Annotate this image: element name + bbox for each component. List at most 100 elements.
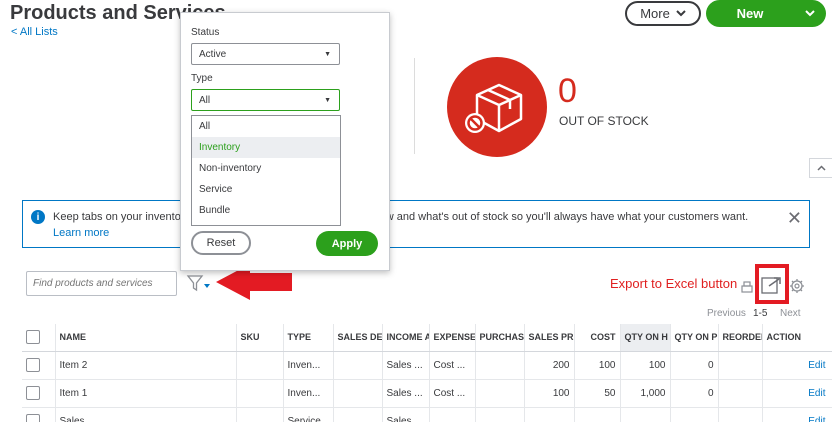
summary-divider bbox=[414, 58, 415, 154]
cell-type: Inven... bbox=[283, 351, 334, 380]
table-row: Item 2 Inven... Sales ... Cost ... 200 1… bbox=[22, 351, 832, 380]
type-option-service[interactable]: Service bbox=[192, 179, 340, 200]
table-header-row: NAME SKU TYPE SALES DE INCOME A EXPENSE … bbox=[22, 324, 832, 352]
type-select[interactable]: All ▼ bbox=[191, 89, 340, 111]
apply-button[interactable]: Apply bbox=[316, 231, 378, 256]
cell-sales-description bbox=[333, 407, 383, 422]
new-dropdown-toggle[interactable] bbox=[794, 0, 826, 27]
cell-qty-on-hand: 100 bbox=[620, 351, 671, 380]
cell-cost: 100 bbox=[574, 351, 621, 380]
package-blocked-icon bbox=[465, 83, 523, 133]
select-all-checkbox[interactable] bbox=[26, 330, 40, 345]
status-select-value: Active bbox=[199, 48, 227, 60]
cell-sales-description bbox=[333, 351, 383, 380]
chevron-up-icon bbox=[816, 165, 826, 171]
status-label: Status bbox=[191, 27, 220, 38]
row-select[interactable] bbox=[22, 379, 56, 408]
caret-down-icon: ▼ bbox=[324, 97, 331, 104]
out-of-stock-count: 0 bbox=[558, 72, 577, 110]
banner-message-end: g low and what's out of stock so you'll … bbox=[368, 211, 749, 223]
row-select[interactable] bbox=[22, 407, 56, 422]
column-header-reorder-point[interactable]: REORDER bbox=[718, 324, 763, 352]
new-button[interactable]: New bbox=[706, 0, 826, 27]
export-to-excel-icon[interactable] bbox=[761, 276, 783, 294]
cell-qty-on-hand bbox=[620, 407, 671, 422]
learn-more-link[interactable]: Learn more bbox=[53, 227, 109, 239]
pager-range: 1-5 bbox=[753, 308, 768, 319]
column-header-sales-description[interactable]: SALES DE bbox=[333, 324, 383, 352]
out-of-stock-label: OUT OF STOCK bbox=[559, 114, 649, 128]
new-label: New bbox=[736, 6, 764, 21]
cell-expense-account: Cost ... bbox=[429, 379, 476, 408]
cell-purchase-description bbox=[475, 379, 525, 408]
pager-previous[interactable]: Previous bbox=[707, 308, 746, 319]
edit-link[interactable]: Edit bbox=[762, 379, 832, 408]
edit-link[interactable]: Edit bbox=[762, 407, 832, 422]
gear-icon[interactable] bbox=[789, 278, 805, 294]
cell-type: Inven... bbox=[283, 379, 334, 408]
column-header-qty-on-po[interactable]: QTY ON P bbox=[670, 324, 719, 352]
column-header-purchase-description[interactable]: PURCHAS bbox=[475, 324, 525, 352]
cell-income-account: Sales ... bbox=[382, 379, 430, 408]
chevron-down-icon bbox=[676, 10, 686, 17]
cell-qty-on-po bbox=[670, 407, 719, 422]
row-checkbox[interactable] bbox=[26, 358, 40, 372]
cell-qty-on-hand: 1,000 bbox=[620, 379, 671, 408]
type-option-inventory[interactable]: Inventory bbox=[192, 137, 340, 158]
pager-next[interactable]: Next bbox=[780, 308, 801, 319]
cell-name: Sales bbox=[55, 407, 237, 422]
cell-name: Item 1 bbox=[55, 379, 237, 408]
column-header-name[interactable]: NAME bbox=[55, 324, 237, 352]
all-lists-link[interactable]: < All Lists bbox=[11, 26, 58, 38]
out-of-stock-tile[interactable] bbox=[447, 57, 547, 157]
cell-qty-on-po: 0 bbox=[670, 351, 719, 380]
cell-sales-description bbox=[333, 379, 383, 408]
column-header-sales-price[interactable]: SALES PR bbox=[524, 324, 575, 352]
type-option-bundle[interactable]: Bundle bbox=[192, 200, 340, 221]
cell-sku bbox=[236, 379, 284, 408]
column-header-income-account[interactable]: INCOME A bbox=[382, 324, 430, 352]
cell-cost: 50 bbox=[574, 379, 621, 408]
filter-button[interactable] bbox=[186, 274, 212, 294]
type-option-all[interactable]: All bbox=[192, 116, 340, 137]
more-label: More bbox=[640, 6, 670, 21]
filter-icon bbox=[186, 275, 210, 292]
row-checkbox[interactable] bbox=[26, 414, 40, 422]
close-icon[interactable]: ✕ bbox=[787, 208, 802, 229]
export-annotation-label: Export to Excel button bbox=[610, 276, 738, 291]
column-header-sku[interactable]: SKU bbox=[236, 324, 284, 352]
chevron-down-icon bbox=[805, 10, 815, 17]
column-header-expense-account[interactable]: EXPENSE bbox=[429, 324, 476, 352]
select-all-header[interactable] bbox=[22, 324, 56, 352]
column-header-cost[interactable]: COST bbox=[574, 324, 621, 352]
cell-sales-price: 200 bbox=[524, 351, 575, 380]
cell-income-account: Sales ... bbox=[382, 351, 430, 380]
products-table: NAME SKU TYPE SALES DE INCOME A EXPENSE … bbox=[22, 324, 832, 422]
print-icon[interactable] bbox=[739, 280, 755, 296]
edit-link[interactable]: Edit bbox=[762, 351, 832, 380]
more-button[interactable]: More bbox=[625, 1, 701, 26]
cell-reorder-point bbox=[718, 351, 763, 380]
info-icon: i bbox=[31, 210, 45, 224]
table-row: Sales Service Sales ... Edit bbox=[22, 407, 832, 422]
reset-button[interactable]: Reset bbox=[191, 231, 251, 255]
cell-income-account: Sales ... bbox=[382, 407, 430, 422]
cell-sku bbox=[236, 351, 284, 380]
row-checkbox[interactable] bbox=[26, 386, 40, 400]
collapse-panel-button[interactable] bbox=[809, 158, 832, 178]
cell-cost bbox=[574, 407, 621, 422]
cell-qty-on-po: 0 bbox=[670, 379, 719, 408]
cell-expense-account bbox=[429, 407, 476, 422]
column-header-qty-on-hand[interactable]: QTY ON H bbox=[620, 324, 671, 352]
cell-sales-price bbox=[524, 407, 575, 422]
banner-message-start: Keep tabs on your inventory bbox=[53, 211, 190, 223]
cell-sku bbox=[236, 407, 284, 422]
cell-sales-price: 100 bbox=[524, 379, 575, 408]
search-input[interactable] bbox=[26, 271, 177, 296]
status-select[interactable]: Active ▼ bbox=[191, 43, 340, 65]
type-option-non-inventory[interactable]: Non-inventory bbox=[192, 158, 340, 179]
row-select[interactable] bbox=[22, 351, 56, 380]
table-row: Item 1 Inven... Sales ... Cost ... 100 5… bbox=[22, 379, 832, 408]
column-header-type[interactable]: TYPE bbox=[283, 324, 334, 352]
cell-reorder-point bbox=[718, 407, 763, 422]
